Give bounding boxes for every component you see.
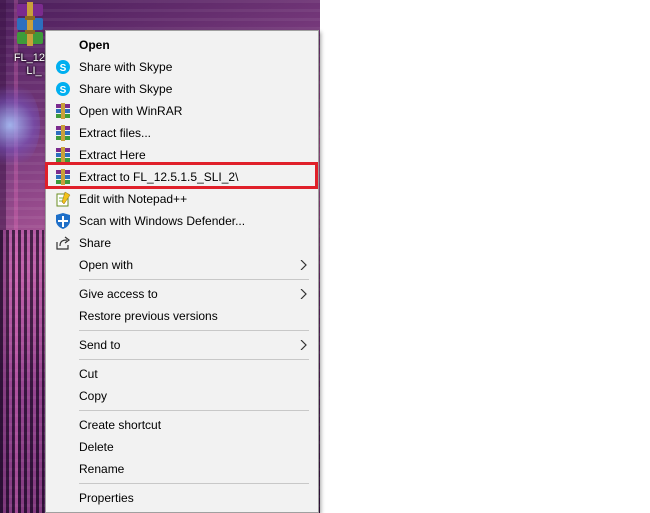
notepad-plus-plus-icon bbox=[56, 191, 71, 207]
menu-item-rename[interactable]: Rename bbox=[46, 458, 318, 480]
menu-item-properties[interactable]: Properties bbox=[46, 487, 318, 509]
menu-item-label: Open with bbox=[79, 258, 134, 272]
menu-item-label: Restore previous versions bbox=[79, 309, 218, 323]
menu-item-share[interactable]: Share bbox=[46, 232, 318, 254]
desktop-file-icon[interactable]: FL_12.5 LI_ bbox=[10, 2, 54, 82]
menu-item-label: Share with Skype bbox=[79, 60, 173, 74]
menu-item-label: Extract files... bbox=[79, 126, 152, 140]
menu-item-copy[interactable]: Copy bbox=[46, 385, 318, 407]
svg-text:S: S bbox=[60, 63, 67, 74]
menu-item-edit-with-notepad-plus-plus[interactable]: Edit with Notepad++ bbox=[46, 188, 318, 210]
menu-item-open[interactable]: Open bbox=[46, 34, 318, 56]
menu-item-delete[interactable]: Delete bbox=[46, 436, 318, 458]
menu-item-label: Rename bbox=[79, 462, 125, 476]
share-icon bbox=[56, 236, 70, 250]
svg-text:S: S bbox=[60, 85, 67, 96]
menu-item-cut[interactable]: Cut bbox=[46, 363, 318, 385]
menu-item-label: Open bbox=[79, 38, 110, 52]
menu-item-label: Create shortcut bbox=[79, 418, 162, 432]
winrar-icon bbox=[56, 147, 70, 163]
skype-icon: S bbox=[56, 60, 70, 74]
winrar-icon bbox=[56, 125, 70, 141]
wallpaper-glow bbox=[0, 80, 40, 170]
menu-separator bbox=[79, 330, 309, 331]
wallpaper-pattern bbox=[0, 230, 44, 513]
menu-item-label: Delete bbox=[79, 440, 114, 454]
menu-separator bbox=[79, 410, 309, 411]
menu-item-label: Share with Skype bbox=[79, 82, 173, 96]
winrar-archive-icon bbox=[17, 2, 43, 46]
windows-defender-icon bbox=[56, 213, 70, 229]
highlight-box-extract-to bbox=[45, 162, 318, 189]
menu-item-open-with[interactable]: Open with bbox=[46, 254, 318, 276]
menu-separator bbox=[79, 359, 309, 360]
menu-separator bbox=[79, 483, 309, 484]
chevron-right-icon bbox=[300, 260, 307, 270]
menu-item-label: Edit with Notepad++ bbox=[79, 192, 188, 206]
menu-item-label: Share bbox=[79, 236, 112, 250]
chevron-right-icon bbox=[300, 340, 307, 350]
menu-item-open-with-winrar[interactable]: Open with WinRAR bbox=[46, 100, 318, 122]
menu-separator bbox=[79, 279, 309, 280]
menu-item-label: Cut bbox=[79, 367, 98, 381]
menu-item-restore-previous-versions[interactable]: Restore previous versions bbox=[46, 305, 318, 327]
context-menu: Open S Share with Skype S Share with Sky… bbox=[45, 30, 319, 513]
menu-item-label: Send to bbox=[79, 338, 121, 352]
menu-item-label: Give access to bbox=[79, 287, 158, 301]
menu-item-give-access-to[interactable]: Give access to bbox=[46, 283, 318, 305]
chevron-right-icon bbox=[300, 289, 307, 299]
menu-item-extract-files[interactable]: Extract files... bbox=[46, 122, 318, 144]
menu-item-label: Scan with Windows Defender... bbox=[79, 214, 246, 228]
menu-item-share-with-skype-2[interactable]: S Share with Skype bbox=[46, 78, 318, 100]
menu-item-scan-with-windows-defender[interactable]: Scan with Windows Defender... bbox=[46, 210, 318, 232]
menu-item-label: Open with WinRAR bbox=[79, 104, 183, 118]
menu-item-label: Copy bbox=[79, 389, 108, 403]
menu-item-share-with-skype[interactable]: S Share with Skype bbox=[46, 56, 318, 78]
menu-item-create-shortcut[interactable]: Create shortcut bbox=[46, 414, 318, 436]
menu-item-label: Properties bbox=[79, 491, 134, 505]
winrar-icon bbox=[56, 103, 70, 119]
menu-item-send-to[interactable]: Send to bbox=[46, 334, 318, 356]
skype-icon: S bbox=[56, 82, 70, 96]
